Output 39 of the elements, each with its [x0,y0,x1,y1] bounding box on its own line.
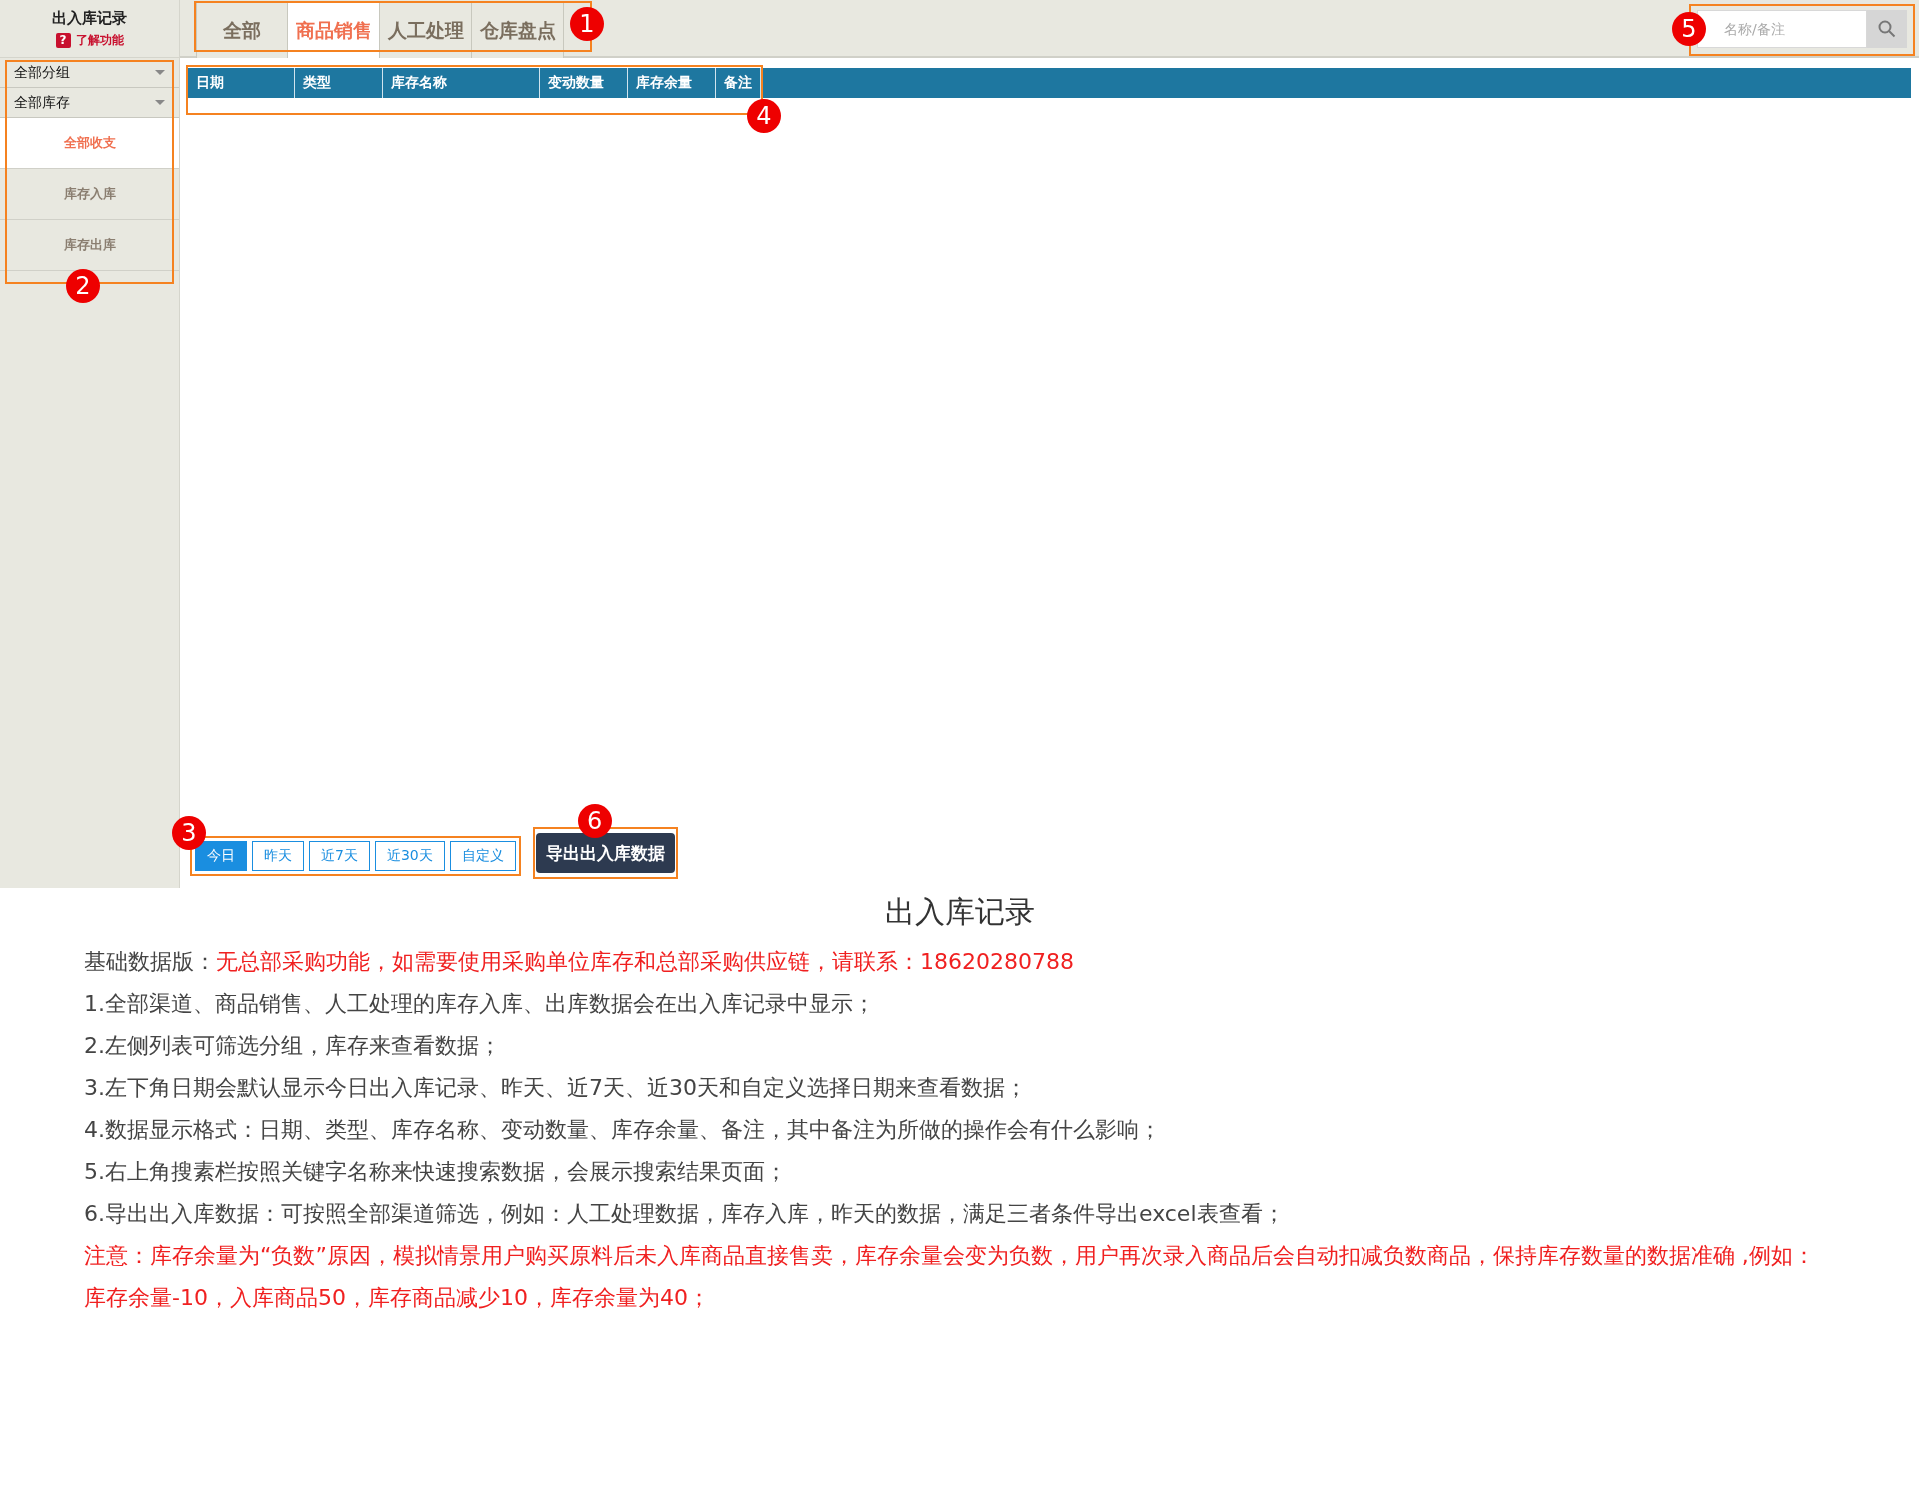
callout-number: 4 [747,99,781,133]
column-header: 库存名称 [383,68,540,98]
column-header: 库存余量 [628,68,716,98]
tab[interactable]: 仓库盘点 [472,3,564,58]
doc-paragraph: 4.数据显示格式：日期、类型、库存名称、变动数量、库存余量、备注，其中备注为所做的操作会有什么影响； [84,1116,1162,1144]
search-field[interactable]: 名称/备注 [1697,10,1867,48]
date-range-button[interactable]: 自定义 [449,841,516,871]
caret-icon [155,100,165,105]
warning-note: 注意：库存余量为“负数”原因，模拟情景用户购买原料后未入库商品直接售卖，库存余量会变为负数，用户再次录入商品后会自动扣减负数商品，保持库存数量的数据准确 ,例如：库存余量-10，入库商品50，库存商品减少10，库存余量为40； [84,1242,1816,1312]
doc-paragraph: 3.左下角日期会默认显示今日出入库记录、昨天、近7天、近30天和自定义选择日期来查看数据； [84,1074,1028,1102]
search-button[interactable] [1867,10,1907,48]
edition-note: 基础数据版：无总部采购功能，如需要使用采购单位库存和总部采购供应链，请联系：18620280788 [84,948,1075,976]
callout-number: 5 [1672,12,1706,46]
tab[interactable]: 商品销售 [288,3,380,58]
date-range-button[interactable]: 今日 [195,841,247,871]
date-range-button[interactable]: 近7天 [309,841,370,871]
column-header: 日期 [188,68,295,98]
doc-paragraph: 2.左侧列表可筛选分组，库存来查看数据； [84,1032,502,1060]
caret-icon [155,70,165,75]
callout-number: 1 [570,7,604,41]
page-title: 出入库记录 [52,8,127,28]
date-range-button[interactable]: 昨天 [252,841,304,871]
doc-paragraph: 5.右上角搜素栏按照关键字名称来快速搜索数据，会展示搜索结果页面； [84,1158,788,1186]
help-link[interactable]: 了解功能 [75,31,124,49]
doc-paragraph: 6.导出出入库数据：可按照全部渠道筛选，例如：人工处理数据，库存入库，昨天的数据，满足三者条件导出excel表查看； [84,1200,1286,1228]
export-button[interactable]: 导出出入库数据 [535,833,675,873]
column-header: 变动数量 [540,68,628,98]
callout-number: 2 [66,269,100,303]
doc-paragraph: 1.全部渠道、商品销售、人工处理的库存入库、出库数据会在出入库记录中显示； [84,990,876,1018]
doc-title: 出入库记录 [883,893,1036,931]
help-icon[interactable]: ? [55,32,71,48]
sidebar-item[interactable]: 全部收支 [0,118,179,169]
search-icon [1878,20,1896,38]
column-header: 备注 [716,68,761,98]
tab[interactable]: 人工处理 [380,3,472,58]
column-header: 类型 [295,68,383,98]
callout-number: 6 [577,804,612,838]
date-range-button[interactable]: 近30天 [374,841,445,871]
tab[interactable]: 全部 [196,3,288,58]
